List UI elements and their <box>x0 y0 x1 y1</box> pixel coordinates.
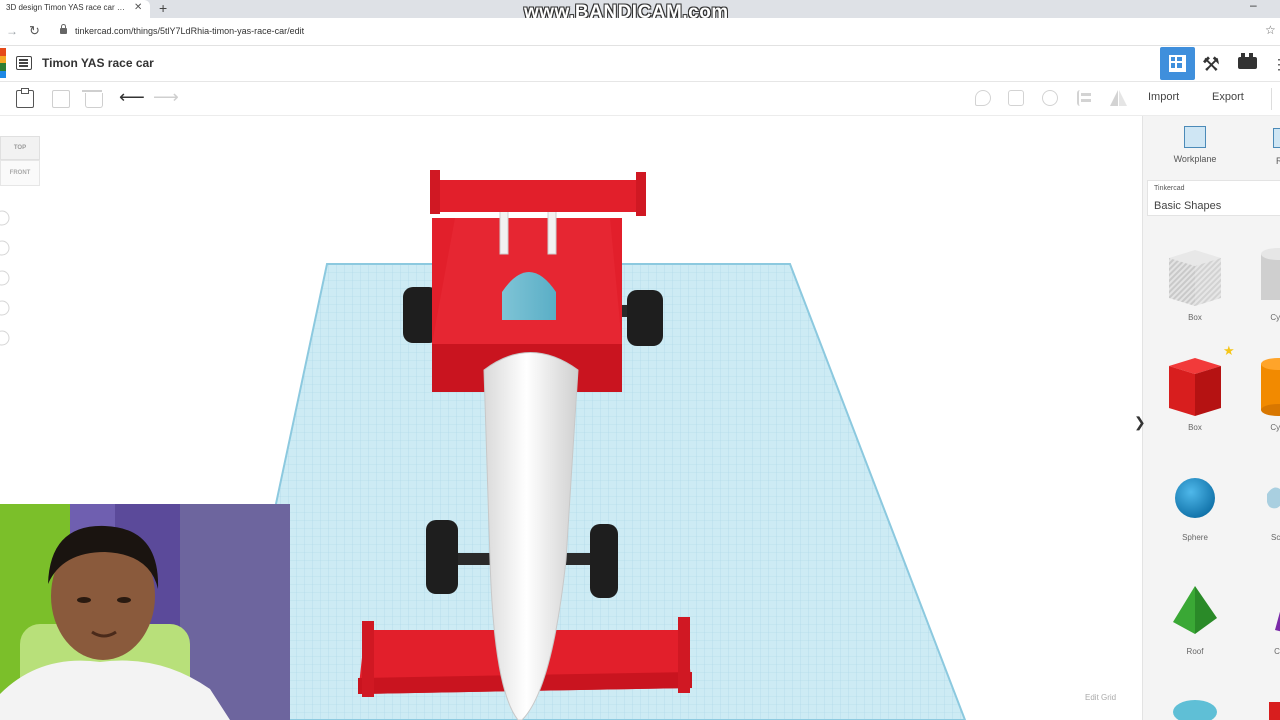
brick-icon[interactable] <box>1238 53 1257 69</box>
shapes-sidebar: Workplane R Tinkercad Basic Shapes Box C… <box>1142 116 1280 720</box>
cone-icon <box>1275 611 1280 632</box>
delete-icon[interactable] <box>82 90 103 108</box>
wing-strut-left <box>499 205 509 255</box>
forward-icon[interactable]: → <box>6 24 18 38</box>
shape-cylinder[interactable]: Cyli <box>1247 354 1280 432</box>
ruler-label: R <box>1276 156 1280 166</box>
box-icon <box>1169 358 1221 416</box>
shape-cylinder-hole[interactable]: Cyli <box>1247 244 1280 322</box>
front-wing-endplate-left <box>362 621 374 697</box>
shape-label: C <box>1274 647 1280 656</box>
collapse-sidebar-button[interactable]: ❯ <box>1134 414 1146 431</box>
box-hole-icon <box>1169 250 1221 306</box>
edit-toolbar: ⟵ ⟶ Import Export <box>0 82 1280 116</box>
library-name: Basic Shapes <box>1154 200 1222 212</box>
view-cube-top[interactable]: TOP <box>0 136 40 160</box>
view-cube[interactable]: TOP FRONT <box>0 136 42 188</box>
shape-library-select[interactable]: Tinkercad Basic Shapes <box>1147 180 1280 216</box>
shape-label: Box <box>1188 313 1202 322</box>
workplane-label: Workplane <box>1173 154 1217 164</box>
workplane-icon <box>1184 126 1206 148</box>
shape-cone[interactable]: C <box>1247 578 1280 656</box>
shape-sphere[interactable]: Sphere <box>1165 468 1225 542</box>
note-icon[interactable] <box>975 90 991 106</box>
tinkercad-logo[interactable] <box>0 48 6 78</box>
more-icon[interactable]: ⋮ <box>1272 56 1280 73</box>
sphere-icon <box>1175 478 1215 518</box>
toolbar-divider <box>1271 88 1280 110</box>
rear-wheel-right[interactable] <box>627 290 663 346</box>
show-all-icon[interactable] <box>1008 90 1024 106</box>
shape-box[interactable]: Box <box>1165 354 1225 432</box>
shape-label: Roof <box>1186 647 1204 656</box>
scribble-icon <box>1267 487 1280 509</box>
grid-icon <box>1169 55 1186 72</box>
front-wheel-left[interactable] <box>426 520 458 594</box>
cylinder-icon <box>1261 358 1280 416</box>
shape-box-hole[interactable]: Box <box>1165 244 1225 322</box>
home-view-icon[interactable] <box>0 210 10 226</box>
export-button[interactable]: Export <box>1212 91 1244 103</box>
app-header: Timon YAS race car ⚒ ⋮ <box>0 46 1280 82</box>
shape-label: Scr <box>1271 533 1280 542</box>
cylinder-hole-icon <box>1261 248 1280 300</box>
design-list-icon[interactable] <box>16 56 32 70</box>
zoom-in-icon[interactable] <box>0 270 10 286</box>
group-icon[interactable] <box>1042 90 1058 106</box>
shape-roof[interactable]: Roof <box>1165 578 1225 656</box>
fit-view-icon[interactable] <box>0 240 10 256</box>
design-title[interactable]: Timon YAS race car <box>42 56 154 70</box>
webcam-overlay <box>0 504 290 720</box>
undo-icon[interactable]: ⟵ <box>119 87 145 108</box>
workplane-button[interactable]: Workplane <box>1173 126 1217 164</box>
favorite-star-icon: ★ <box>1223 343 1235 358</box>
copy-icon[interactable] <box>52 90 70 108</box>
tab-close-icon[interactable]: ✕ <box>134 2 142 13</box>
view-cube-front[interactable]: FRONT <box>0 160 40 186</box>
shape-scribble[interactable]: Scr <box>1247 468 1280 542</box>
shape-label: Sphere <box>1182 533 1208 542</box>
front-wheel-right[interactable] <box>590 524 618 598</box>
align-icon[interactable] <box>1077 90 1093 106</box>
shape-label: Cyli <box>1270 313 1280 322</box>
shape-partial-row <box>1173 700 1280 720</box>
bookmark-star-icon[interactable]: ☆ <box>1265 23 1276 37</box>
lock-icon[interactable] <box>60 24 67 34</box>
roof-icon <box>1173 586 1217 634</box>
ruler-icon[interactable] <box>1273 128 1280 148</box>
library-brand: Tinkercad <box>1154 185 1185 192</box>
paste-icon[interactable] <box>16 88 34 108</box>
rear-wing[interactable] <box>434 180 642 212</box>
shape-label: Cyli <box>1270 423 1280 432</box>
zoom-out-icon[interactable] <box>0 300 10 316</box>
tab-title: 3D design Timon YAS race car | Tinkercad <box>6 3 126 12</box>
front-wing-endplate-right <box>678 617 690 693</box>
shape-label: Box <box>1188 423 1202 432</box>
3d-workspace[interactable]: TOP FRONT Edit Grid <box>0 116 1142 720</box>
new-tab-button[interactable]: + <box>159 0 167 16</box>
mirror-icon[interactable] <box>1110 90 1127 106</box>
perspective-icon[interactable] <box>0 330 10 346</box>
redo-icon[interactable]: ⟶ <box>153 87 179 108</box>
edit-grid-button[interactable]: Edit Grid <box>1085 693 1116 702</box>
reload-icon[interactable]: ↻ <box>29 23 40 39</box>
url-field[interactable]: tinkercad.com/things/5tlY7LdRhia-timon-y… <box>75 26 304 36</box>
import-button[interactable]: Import <box>1148 91 1179 103</box>
browser-tab[interactable]: 3D design Timon YAS race car | Tinkercad… <box>0 0 150 18</box>
minimize-window-button[interactable]: – <box>1250 0 1257 12</box>
rear-wing-endplate-left <box>430 170 440 214</box>
3d-design-view-button[interactable] <box>1160 47 1195 80</box>
browser-tabstrip: 3D design Timon YAS race car | Tinkercad… <box>0 0 1280 23</box>
pickaxe-icon[interactable]: ⚒ <box>1202 52 1220 77</box>
address-bar: → ↻ tinkercad.com/things/5tlY7LdRhia-tim… <box>0 18 1280 46</box>
wing-strut-right <box>547 205 557 255</box>
rear-wing-endplate-right <box>636 172 646 216</box>
